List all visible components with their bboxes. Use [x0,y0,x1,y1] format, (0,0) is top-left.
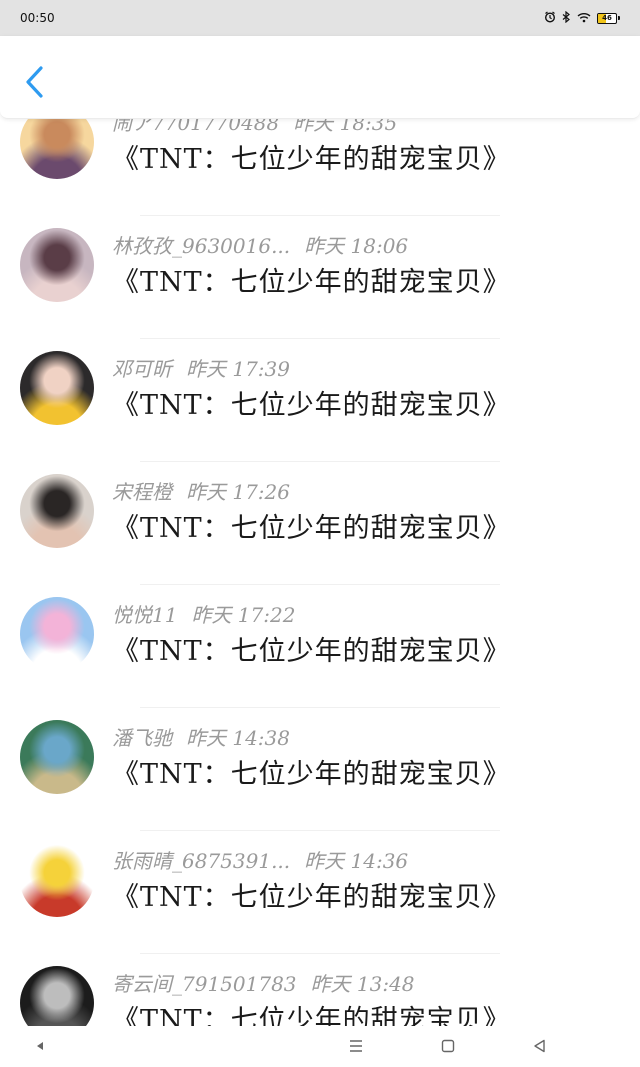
avatar[interactable] [20,843,94,917]
timestamp: 昨天 17:39 [186,357,290,381]
back-nav-button[interactable] [30,1036,50,1056]
comment-text: 《TNT：七位少年的甜宠宝贝》 [112,144,511,175]
alarm-icon [544,11,556,25]
home-nav-button[interactable] [438,1036,458,1056]
comment-text: 《TNT：七位少年的甜宠宝贝》 [112,882,511,913]
comment-text: 《TNT：七位少年的甜宠宝贝》 [112,267,511,298]
comment-item[interactable]: 林孜孜_9630016... 昨天 18:06 《TNT：七位少年的甜宠宝贝》 [0,216,640,339]
comment-meta: 悦悦11 昨天 17:22 [112,599,295,628]
comment-item[interactable]: 邓可昕 昨天 17:39 《TNT：七位少年的甜宠宝贝》 [0,339,640,462]
comment-item[interactable]: 潘飞驰 昨天 14:38 《TNT：七位少年的甜宠宝贝》 [0,708,640,831]
header-bar [0,36,640,119]
avatar[interactable] [20,351,94,425]
bluetooth-icon [562,10,571,25]
comment-meta: 张雨晴_6875391... 昨天 14:36 [112,845,408,874]
avatar[interactable] [20,720,94,794]
username[interactable]: 邓可昕 [112,357,172,381]
back-triangle-nav-icon [534,1039,545,1053]
comment-item[interactable]: 张雨晴_6875391... 昨天 14:36 《TNT：七位少年的甜宠宝贝》 [0,831,640,954]
username[interactable]: 林孜孜_9630016... [112,234,290,258]
comment-list[interactable]: 闹ア7701770488 昨天 18:35 《TNT：七位少年的甜宠宝贝》 林孜孜_9… [0,118,640,1026]
comment-meta: 林孜孜_9630016... 昨天 18:06 [112,230,408,259]
comment-item[interactable]: 悦悦11 昨天 17:22 《TNT：七位少年的甜宠宝贝》 [0,585,640,708]
menu-nav-button[interactable] [346,1036,366,1056]
comment-item[interactable]: 寄云间_791501783 昨天 13:48 《TNT：七位少年的甜宠宝贝》 [0,954,640,1026]
username[interactable]: 宋程橙 [112,480,172,504]
comment-text: 《TNT：七位少年的甜宠宝贝》 [112,759,511,790]
status-time: 00:50 [20,11,55,25]
battery-level: 46 [602,13,612,22]
timestamp: 昨天 17:26 [186,480,290,504]
recent-nav-button[interactable] [530,1036,550,1056]
comment-item[interactable]: 闹ア7701770488 昨天 18:35 《TNT：七位少年的甜宠宝贝》 [0,118,640,216]
comment-meta: 寄云间_791501783 昨天 13:48 [112,968,415,997]
comment-meta: 潘飞驰 昨天 14:38 [112,722,290,751]
menu-nav-icon [350,1040,362,1052]
comment-text: 《TNT：七位少年的甜宠宝贝》 [112,513,511,544]
timestamp: 昨天 18:35 [293,118,398,135]
timestamp: 昨天 17:22 [191,603,296,627]
battery-icon: 46 [597,12,620,24]
system-nav-bar [0,1026,640,1067]
username[interactable]: 闹ア7701770488 [112,118,279,135]
avatar[interactable] [20,597,94,671]
comment-item[interactable]: 宋程橙 昨天 17:26 《TNT：七位少年的甜宠宝贝》 [0,462,640,585]
username[interactable]: 张雨晴_6875391... [112,849,290,873]
back-button[interactable] [22,64,50,100]
timestamp: 昨天 14:36 [304,849,409,873]
comment-meta: 宋程橙 昨天 17:26 [112,476,290,505]
comment-meta: 邓可昕 昨天 17:39 [112,353,290,382]
timestamp: 昨天 18:06 [304,234,409,258]
chevron-left-icon [26,66,43,98]
status-icons: 46 [544,10,620,25]
username[interactable]: 潘飞驰 [112,726,172,750]
avatar[interactable] [20,118,94,179]
avatar[interactable] [20,228,94,302]
timestamp: 昨天 13:48 [310,972,415,996]
comment-meta: 闹ア7701770488 昨天 18:35 [112,118,397,136]
wifi-icon [577,12,591,25]
username[interactable]: 寄云间_791501783 [112,972,297,996]
comment-text: 《TNT：七位少年的甜宠宝贝》 [112,390,511,421]
timestamp: 昨天 14:38 [186,726,290,750]
avatar[interactable] [20,474,94,548]
comment-list-inner: 闹ア7701770488 昨天 18:35 《TNT：七位少年的甜宠宝贝》 林孜孜_9… [0,118,640,1026]
back-nav-icon [37,1042,43,1050]
comment-text: 《TNT：七位少年的甜宠宝贝》 [112,636,511,667]
home-nav-icon [441,1039,455,1053]
comment-text: 《TNT：七位少年的甜宠宝贝》 [112,1005,511,1026]
username[interactable]: 悦悦11 [112,603,177,627]
status-bar: 00:50 46 [0,0,640,36]
avatar[interactable] [20,966,94,1026]
